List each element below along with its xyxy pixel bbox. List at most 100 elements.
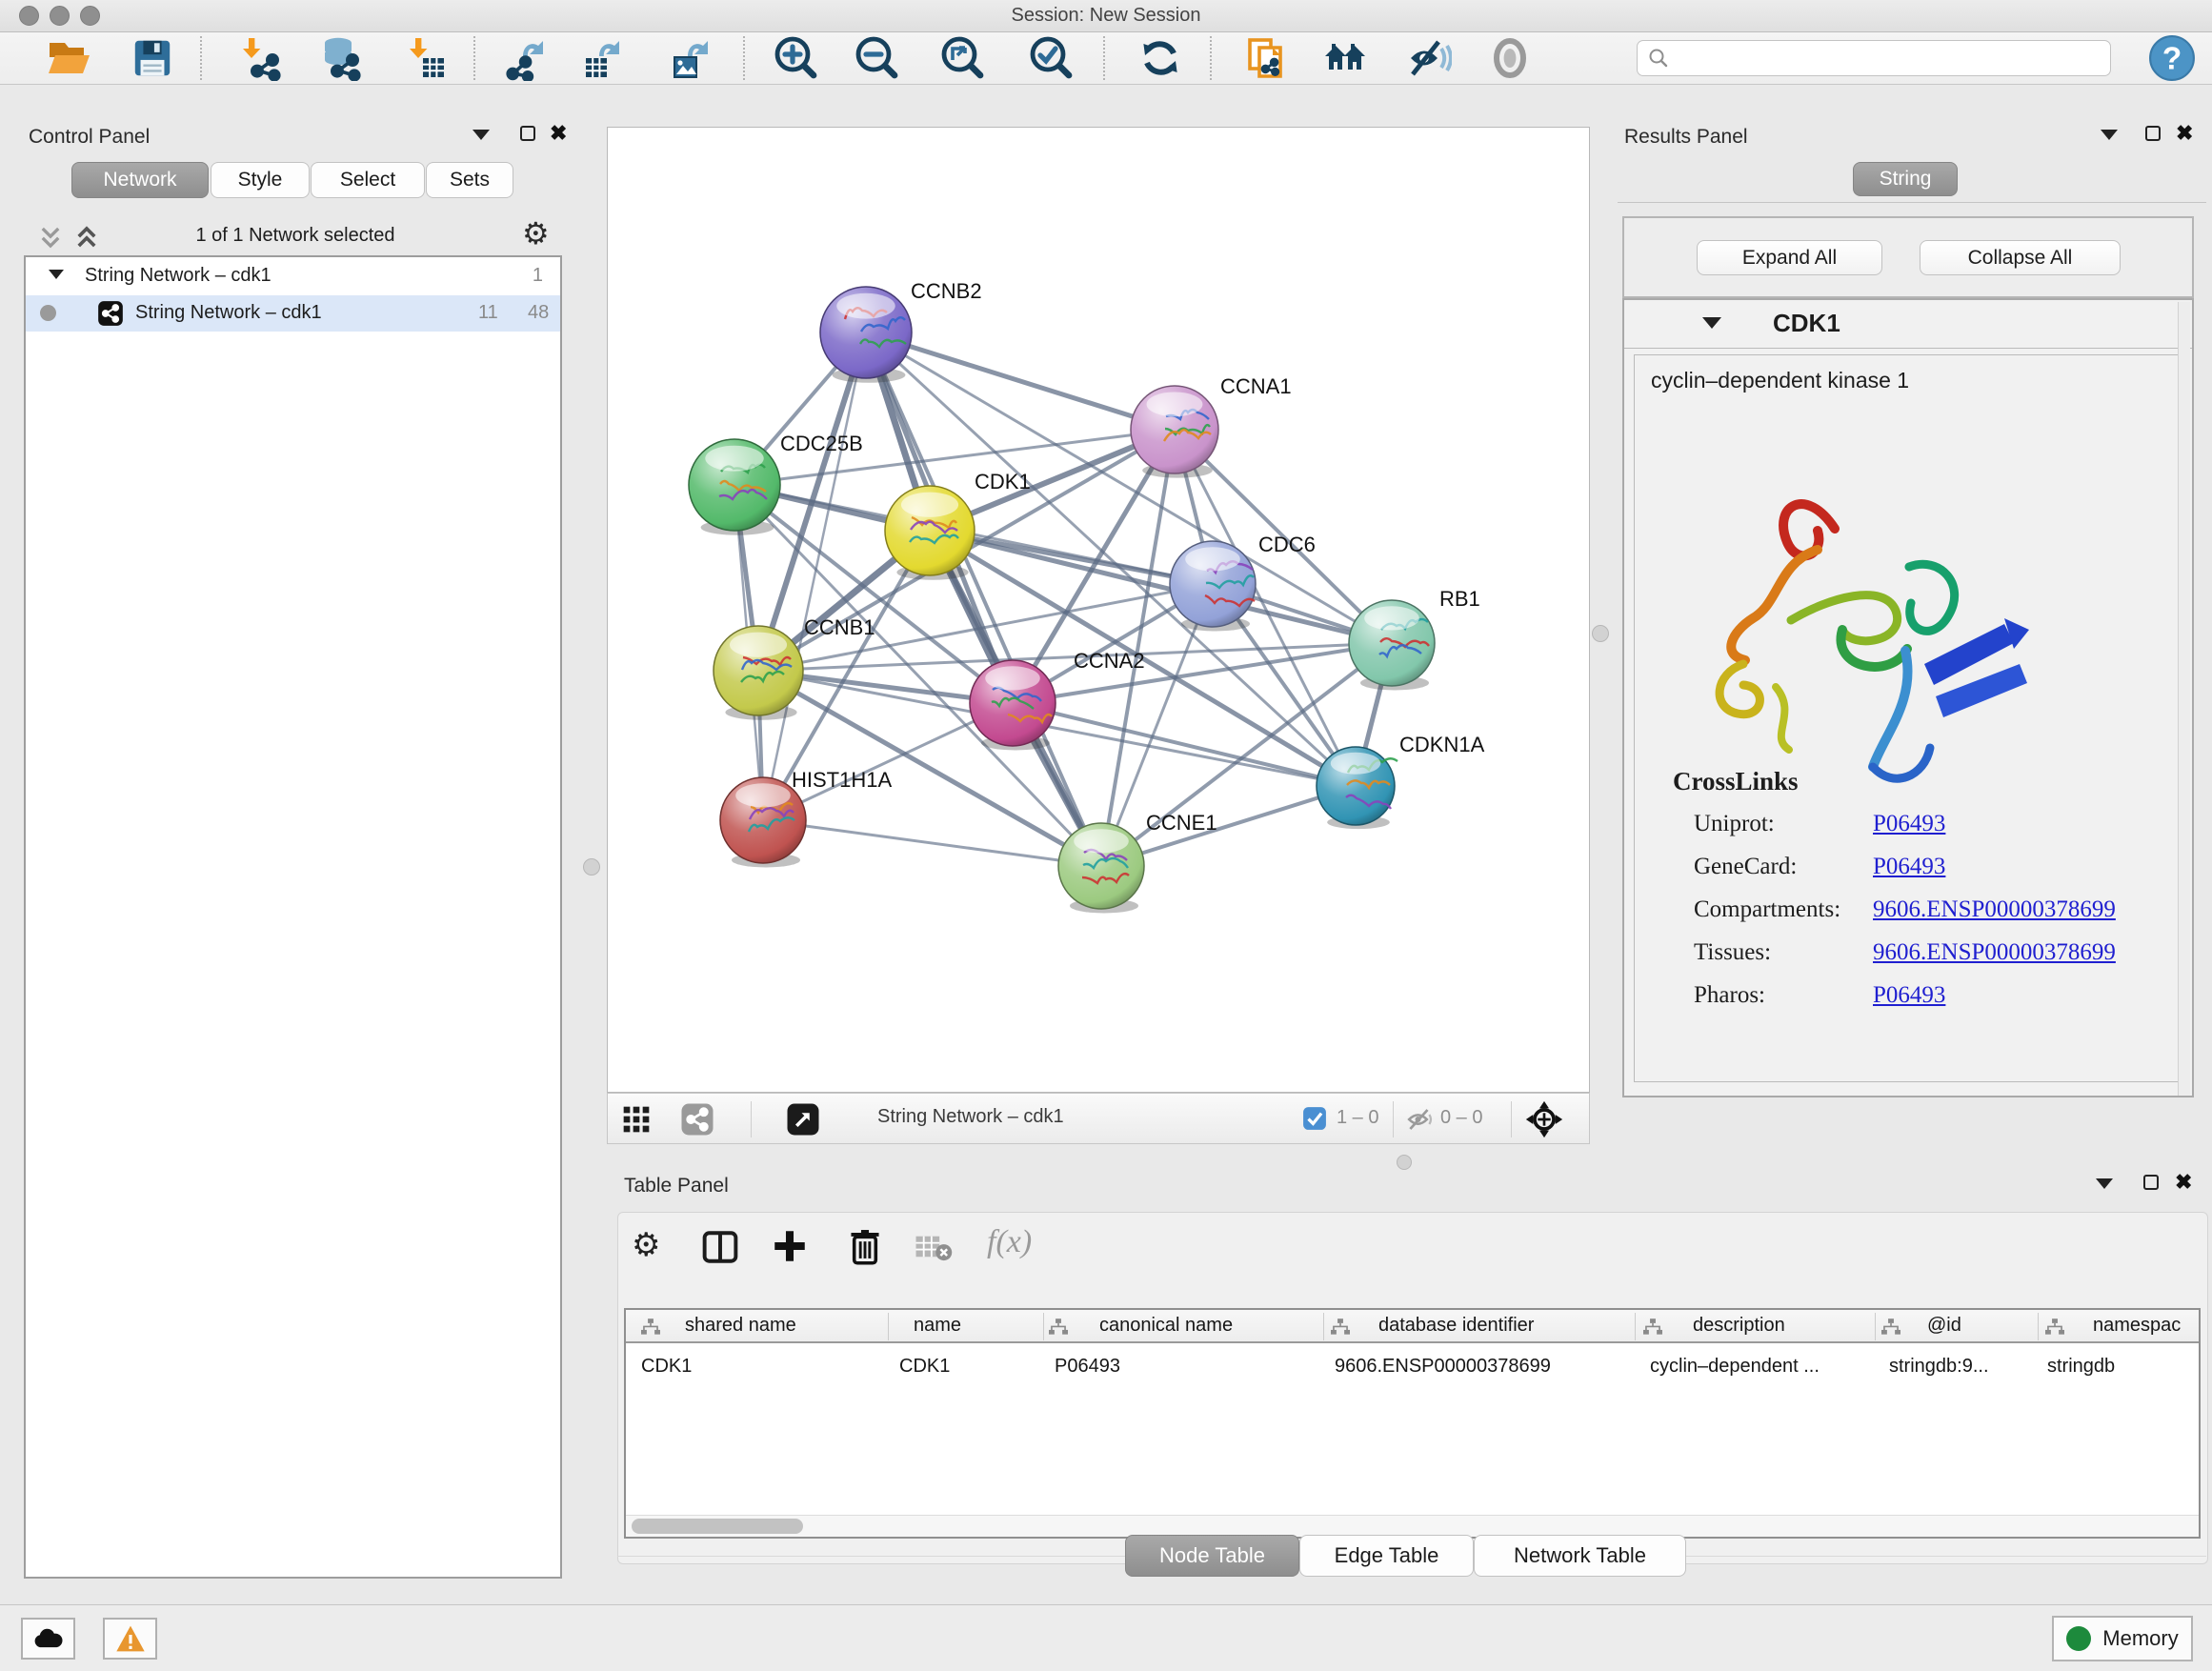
table-horizontal-scrollbar[interactable] xyxy=(626,1515,2199,1537)
selected-counts: 1 – 0 xyxy=(1337,1107,1378,1129)
import-table-from-file-icon[interactable] xyxy=(400,35,453,81)
tab-node-table[interactable]: Node Table xyxy=(1125,1535,1299,1577)
crosslinks-title: CrossLinks xyxy=(1673,767,1799,796)
delete-column-icon[interactable] xyxy=(846,1226,884,1266)
network-group-row[interactable]: String Network – cdk1 1 xyxy=(26,257,560,295)
export-table-icon[interactable] xyxy=(576,35,630,81)
show-columns-icon[interactable] xyxy=(701,1230,739,1264)
zoom-fit-icon[interactable] xyxy=(935,35,989,81)
add-column-icon[interactable] xyxy=(770,1226,810,1266)
refresh-view-icon[interactable] xyxy=(1134,35,1187,81)
tab-edge-table[interactable]: Edge Table xyxy=(1299,1535,1474,1577)
collapse-all-button[interactable]: Collapse All xyxy=(1920,240,2121,275)
scrollbar-thumb[interactable] xyxy=(632,1519,803,1534)
tab-select[interactable]: Select xyxy=(311,162,425,198)
column-header[interactable]: database identifier xyxy=(1378,1315,1534,1337)
search-field[interactable] xyxy=(1670,48,2083,70)
pan-tool-icon[interactable] xyxy=(1525,1100,1563,1138)
panel-menu-icon[interactable] xyxy=(2101,130,2118,140)
column-header[interactable]: name xyxy=(914,1315,961,1337)
panel-float-icon[interactable] xyxy=(2143,1175,2159,1190)
right-splitter-handle[interactable] xyxy=(1592,625,1609,642)
control-panel: Control Panel ✖ Network Style Select Set… xyxy=(10,88,581,1604)
column-header[interactable]: @id xyxy=(1927,1315,1961,1337)
tab-network[interactable]: Network xyxy=(71,162,209,198)
network-canvas[interactable]: CCNB2CCNA1CDC25BCDK1CDC6RB1CCNB1CCNA2CDK… xyxy=(607,127,1590,1093)
network-node-CCNA2[interactable]: CCNA2 xyxy=(970,649,1145,750)
string-view-icon[interactable] xyxy=(680,1102,714,1137)
tab-sets[interactable]: Sets xyxy=(426,162,513,198)
save-session-icon[interactable] xyxy=(126,35,179,81)
network-node-CCNB2[interactable]: CCNB2 xyxy=(820,279,982,383)
column-header[interactable]: canonical name xyxy=(1099,1315,1233,1337)
memory-button[interactable]: Memory xyxy=(2052,1616,2193,1661)
network-row-selected[interactable]: String Network – cdk1 11 48 xyxy=(26,295,560,332)
left-splitter-handle[interactable] xyxy=(583,858,600,876)
panel-float-icon[interactable] xyxy=(2145,126,2161,141)
nav-separator xyxy=(751,1101,752,1137)
crosslink-compartments-link[interactable]: 9606.ENSP00000378699 xyxy=(1873,896,2116,923)
column-network-icon xyxy=(1881,1319,1900,1336)
network-options-gear-icon[interactable]: ⚙ xyxy=(522,215,550,252)
import-network-from-file-icon[interactable] xyxy=(233,35,287,81)
help-icon[interactable]: ? xyxy=(2145,35,2199,81)
first-neighbors-icon[interactable] xyxy=(1318,35,1372,81)
column-header[interactable]: namespac xyxy=(2093,1315,2181,1337)
panel-menu-icon[interactable] xyxy=(473,130,490,140)
gene-section-header[interactable]: CDK1 xyxy=(1624,300,2192,349)
warning-icon xyxy=(115,1624,146,1653)
status-bar: Memory xyxy=(0,1604,2212,1671)
panel-menu-icon[interactable] xyxy=(2096,1178,2113,1189)
expand-all-icon[interactable] xyxy=(72,224,101,251)
results-buttons-box: Expand All Collapse All xyxy=(1622,216,2194,298)
clone-network-icon[interactable] xyxy=(1240,35,1294,81)
tab-style[interactable]: Style xyxy=(211,162,310,198)
open-session-icon[interactable] xyxy=(42,35,95,81)
memory-status-icon xyxy=(2066,1626,2091,1651)
import-network-from-database-icon[interactable] xyxy=(313,35,367,81)
network-graph[interactable]: CCNB2CCNA1CDC25BCDK1CDC6RB1CCNB1CCNA2CDK… xyxy=(608,128,1589,1092)
collapse-all-icon[interactable] xyxy=(36,224,65,251)
expand-all-button[interactable]: Expand All xyxy=(1697,240,1882,275)
zoom-selected-icon[interactable] xyxy=(1024,35,1077,81)
control-panel-title: Control Panel xyxy=(29,126,150,149)
crosslink-tissues-link[interactable]: 9606.ENSP00000378699 xyxy=(1873,939,2116,966)
panel-close-icon[interactable]: ✖ xyxy=(550,126,567,141)
table-header-row: shared name name canonical name database… xyxy=(626,1310,2199,1343)
column-header[interactable]: shared name xyxy=(685,1315,796,1337)
export-image-icon[interactable] xyxy=(665,35,718,81)
results-scrollbar[interactable] xyxy=(2178,302,2190,1096)
export-network-icon[interactable] xyxy=(500,35,553,81)
tab-string-results[interactable]: String xyxy=(1853,162,1958,196)
panel-close-icon[interactable]: ✖ xyxy=(2176,126,2193,141)
table-settings-gear-icon[interactable]: ⚙ xyxy=(632,1226,660,1264)
birds-eye-view-icon[interactable] xyxy=(621,1104,652,1135)
hide-selected-icon[interactable] xyxy=(1402,35,1456,81)
network-node-CDC6[interactable]: CDC6 xyxy=(1170,533,1316,631)
network-node-CDKN1A[interactable]: CDKN1A xyxy=(1317,733,1485,829)
cloud-status-button[interactable] xyxy=(21,1618,75,1660)
warnings-button[interactable] xyxy=(103,1618,157,1660)
show-all-icon[interactable] xyxy=(1483,35,1537,81)
zoom-in-icon[interactable] xyxy=(769,35,822,81)
hidden-counts: 0 – 0 xyxy=(1440,1107,1482,1129)
crosslink-genecard-link[interactable]: P06493 xyxy=(1873,854,1945,880)
search-input[interactable] xyxy=(1637,40,2111,76)
section-collapse-icon[interactable] xyxy=(1702,317,1721,329)
panel-close-icon[interactable]: ✖ xyxy=(2175,1175,2192,1190)
network-node-HIST1H1A[interactable]: HIST1H1A xyxy=(720,768,892,867)
crosslink-uniprot-link[interactable]: P06493 xyxy=(1873,811,1945,837)
zoom-out-icon[interactable] xyxy=(850,35,903,81)
panel-float-icon[interactable] xyxy=(520,126,535,141)
crosslink-label: Uniprot: xyxy=(1694,811,1775,837)
selected-checkbox-icon[interactable] xyxy=(1302,1106,1327,1131)
node-label: CCNB1 xyxy=(804,615,875,639)
tab-network-table[interactable]: Network Table xyxy=(1474,1535,1686,1577)
network-node-CCNA1[interactable]: CCNA1 xyxy=(1131,374,1292,478)
column-header[interactable]: description xyxy=(1693,1315,1785,1337)
detach-view-icon[interactable] xyxy=(786,1102,820,1137)
tree-expand-icon[interactable] xyxy=(49,270,64,279)
crosslink-label: Pharos: xyxy=(1694,982,1765,1009)
network-node-RB1[interactable]: RB1 xyxy=(1349,587,1480,690)
crosslink-pharos-link[interactable]: P06493 xyxy=(1873,982,1945,1009)
